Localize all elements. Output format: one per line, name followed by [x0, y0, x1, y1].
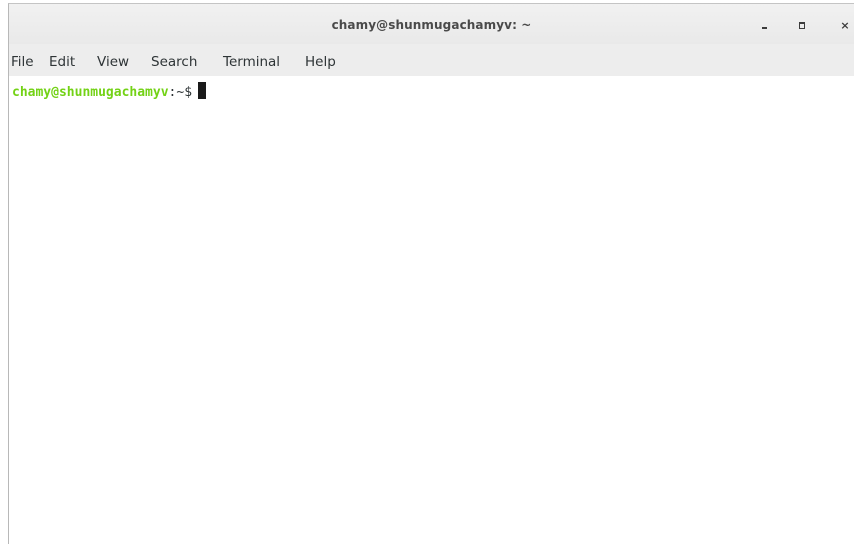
- maximize-button[interactable]: [791, 14, 813, 36]
- close-button[interactable]: ×: [834, 14, 854, 36]
- maximize-icon: [799, 21, 805, 29]
- menu-edit[interactable]: Edit: [49, 54, 75, 70]
- window-title: chamy@shunmugachamyv: ~: [331, 18, 532, 32]
- menu-search[interactable]: Search: [151, 54, 197, 70]
- text-cursor: [198, 82, 207, 99]
- prompt-line: chamy@shunmugachamyv:~$: [12, 82, 207, 101]
- menu-help[interactable]: Help: [305, 54, 336, 70]
- prompt-user-host: chamy@shunmugachamyv: [12, 85, 169, 100]
- minimize-button[interactable]: [753, 14, 775, 36]
- title-bar[interactable]: chamy@shunmugachamyv: ~ ×: [9, 4, 854, 44]
- menu-terminal[interactable]: Terminal: [223, 54, 280, 70]
- prompt-path: :~$: [168, 85, 193, 100]
- minimize-icon: [761, 27, 767, 29]
- terminal-area[interactable]: chamy@shunmugachamyv:~$: [9, 76, 854, 544]
- menu-bar: File Edit View Search Terminal Help: [9, 44, 854, 76]
- terminal-window: chamy@shunmugachamyv: ~ × File Edit View…: [8, 3, 854, 544]
- menu-file[interactable]: File: [11, 54, 34, 70]
- menu-view[interactable]: View: [97, 54, 129, 70]
- close-icon: ×: [840, 18, 850, 32]
